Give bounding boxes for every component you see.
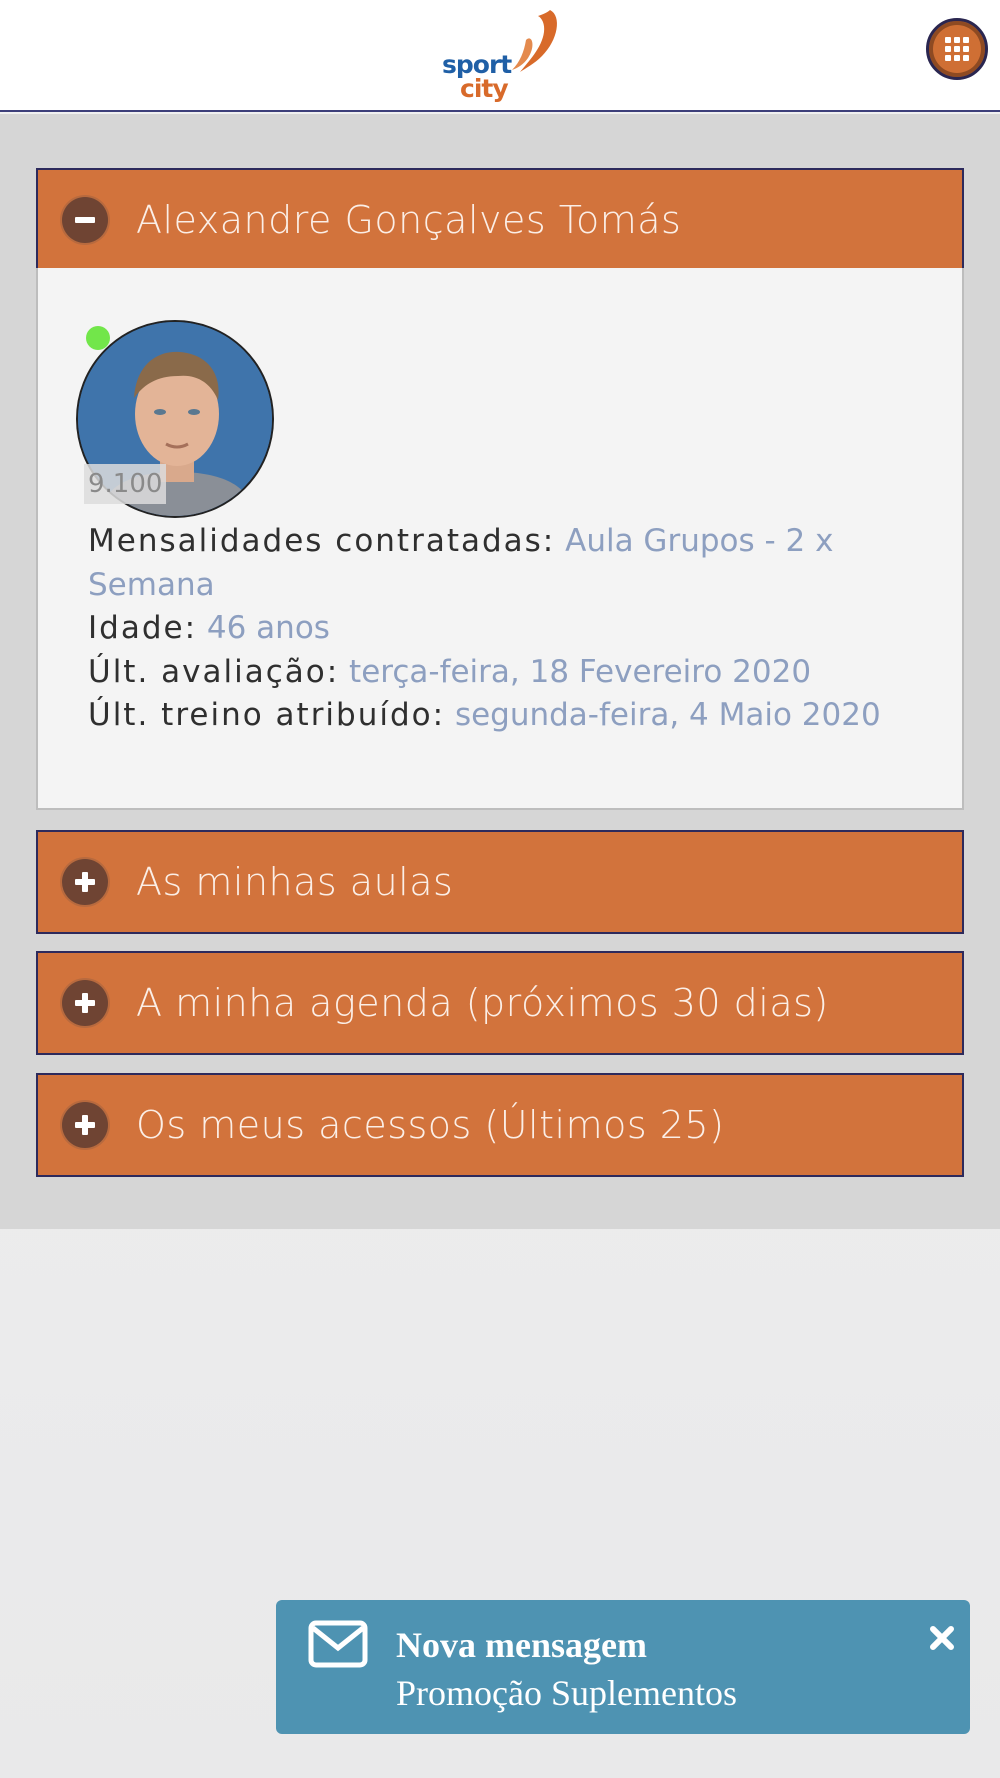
online-status-indicator xyxy=(86,326,110,350)
accordion-title: A minha agenda (próximos 30 dias) xyxy=(136,981,829,1025)
accordion-header-my-classes[interactable]: As minhas aulas xyxy=(36,830,964,934)
notification-message: Promoção Suplementos xyxy=(396,1673,737,1713)
plus-circle-icon xyxy=(62,980,108,1026)
new-message-notification[interactable]: Nova mensagem Promoção Suplementos xyxy=(276,1600,970,1734)
profile-name: Alexandre Gonçalves Tomás xyxy=(136,198,682,242)
member-number: 9.100 xyxy=(84,464,167,504)
accordion-title: As minhas aulas xyxy=(136,860,454,904)
accordion-header-my-accesses[interactable]: Os meus acessos (Últimos 25) xyxy=(36,1073,964,1177)
detail-value: 46 anos xyxy=(206,610,330,646)
minus-circle-icon xyxy=(62,197,108,243)
apps-menu-button[interactable] xyxy=(926,18,988,80)
detail-value: segunda-feira, 4 Maio 2020 xyxy=(454,697,881,733)
profile-details: Mensalidades contratadas: Aula Grupos - … xyxy=(88,520,908,738)
detail-row-last-workout: Últ. treino atribuído: segunda-feira, 4 … xyxy=(88,694,908,738)
accordion-header-profile[interactable]: Alexandre Gonçalves Tomás xyxy=(36,168,964,272)
grid-icon xyxy=(945,37,969,61)
detail-row-membership: Mensalidades contratadas: Aula Grupos - … xyxy=(88,520,908,607)
detail-label: Últ. avaliação: xyxy=(88,653,340,690)
envelope-icon xyxy=(308,1620,368,1668)
app-header: sport city xyxy=(0,0,1000,112)
detail-row-age: Idade: 46 anos xyxy=(88,607,908,651)
sportcity-logo[interactable]: sport city xyxy=(438,6,562,104)
detail-label: Idade: xyxy=(88,610,198,646)
accordion-header-my-schedule[interactable]: A minha agenda (próximos 30 dias) xyxy=(36,951,964,1055)
plus-circle-icon xyxy=(62,859,108,905)
detail-label: Mensalidades contratadas: xyxy=(88,523,556,559)
detail-row-last-evaluation: Últ. avaliação: terça-feira, 18 Fevereir… xyxy=(88,651,908,695)
detail-value: terça-feira, 18 Fevereiro 2020 xyxy=(349,653,812,690)
notification-title: Nova mensagem xyxy=(396,1625,647,1665)
accordion-title: Os meus acessos (Últimos 25) xyxy=(136,1103,725,1147)
detail-label: Últ. treino atribuído: xyxy=(88,697,446,733)
profile-panel: 9.100 Mensalidades contratadas: Aula Gru… xyxy=(36,268,964,810)
close-notification-button[interactable] xyxy=(924,1620,960,1656)
plus-circle-icon xyxy=(62,1102,108,1148)
logo-text-city: city xyxy=(460,74,509,103)
close-icon xyxy=(930,1626,954,1650)
main-panel: Alexandre Gonçalves Tomás 9.100 Mensalid… xyxy=(0,114,1000,1229)
